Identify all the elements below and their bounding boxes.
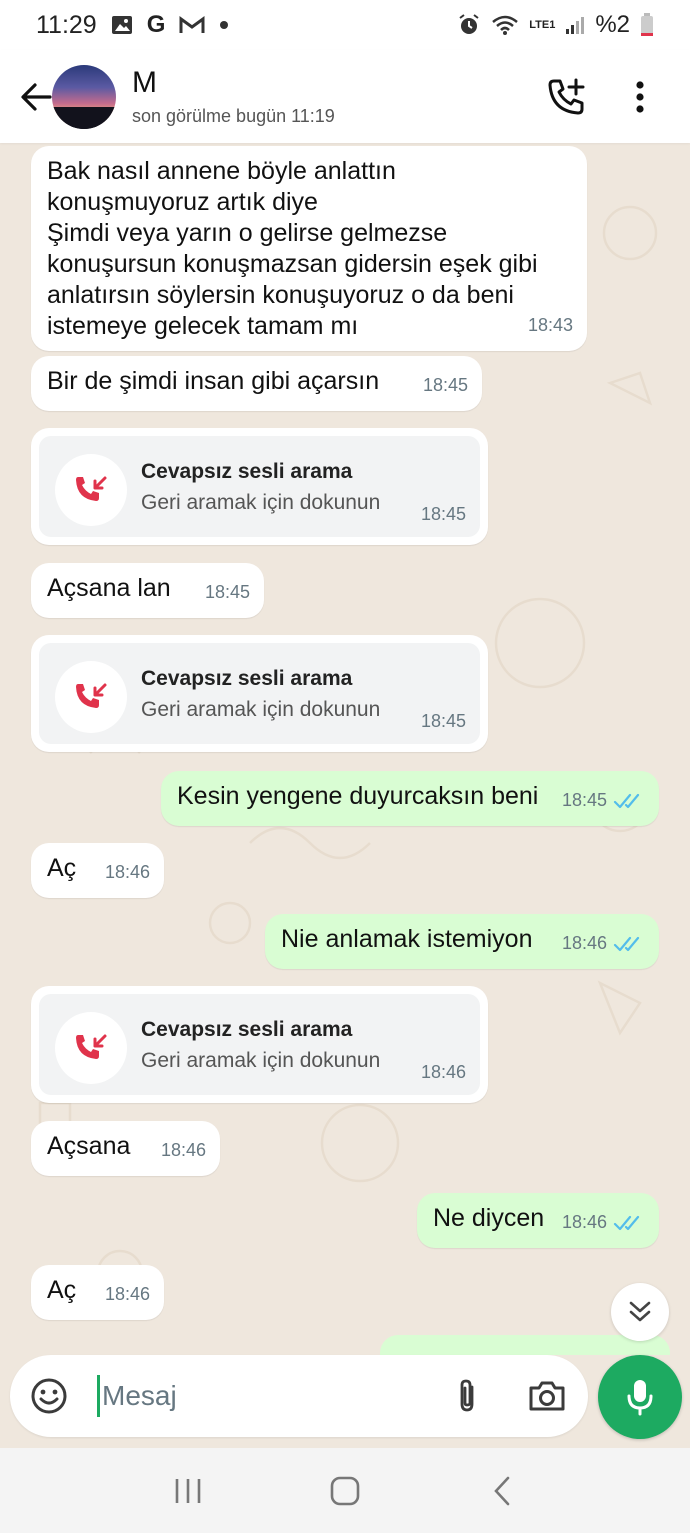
outgoing-message[interactable]: Kesin yengene duyurcaksın beni 18:45 [161,771,659,826]
camera-icon[interactable] [524,1375,570,1417]
status-time: 11:29 [36,10,97,39]
read-ticks-icon [613,936,640,951]
call-time: 18:45 [420,711,466,731]
message-time: 18:46 [104,1284,150,1304]
chat-header: M son görülme bugün 11:19 [0,50,690,143]
missed-call-card[interactable]: Cevapsız sesli arama Geri aramak için do… [31,635,488,752]
double-chevron-down-icon [629,1301,651,1322]
signal-icon [565,15,585,35]
incoming-message[interactable]: Bir de şimdi insan gibi açarsın 18:45 [31,356,482,411]
google-icon: G [146,11,166,38]
incoming-message[interactable]: Açsana 18:46 [31,1121,220,1176]
network-label: LTE1 [529,18,556,31]
back-nav-icon[interactable] [472,1466,532,1516]
incoming-message[interactable]: Bak nasıl annene böyle anlattın konuşmuy… [31,146,587,351]
missed-call-icon [55,1012,127,1084]
home-icon[interactable] [315,1466,375,1516]
call-title: Cevapsız sesli arama [141,460,353,483]
battery-percent: %2 [595,11,630,38]
message-time: 18:45 [204,582,250,602]
message-text: Bak nasıl annene böyle anlattın konuşmuy… [47,157,538,340]
missed-call-icon [55,454,127,526]
message-time: 18:46 [562,928,643,959]
text-cursor [97,1375,100,1417]
message-list[interactable]: Bak nasıl annene böyle anlattın konuşmuy… [0,143,690,1355]
system-nav-bar [0,1448,690,1533]
mic-button[interactable] [598,1355,682,1439]
composer-pill [10,1355,588,1437]
wifi-icon [491,14,519,36]
composer-bar [0,1355,690,1445]
more-vert-icon[interactable] [616,73,664,121]
message-input[interactable] [102,1375,432,1417]
message-text: Bir de şimdi insan gibi açarsın [47,367,380,395]
add-call-icon[interactable] [542,73,590,121]
mic-icon [627,1380,653,1416]
missed-call-icon [55,661,127,733]
battery-icon [640,13,654,37]
call-subtitle: Geri aramak için dokunun [141,698,381,721]
scroll-down-button[interactable] [611,1283,669,1341]
contact-info[interactable]: M son görülme bugün 11:19 [132,66,335,127]
contact-name[interactable]: M [132,66,335,100]
read-ticks-icon [613,1215,640,1230]
outgoing-message[interactable]: Ne diycen 18:46 [417,1193,659,1248]
call-subtitle: Geri aramak için dokunun [141,1049,381,1072]
status-bar: 11:29 G LTE1 %2 [0,0,690,50]
message-time: 18:45 [422,375,468,395]
message-time: 18:46 [160,1140,206,1160]
call-subtitle: Geri aramak için dokunun [141,491,381,514]
dot-icon [219,20,229,30]
read-ticks-icon [613,793,640,808]
missed-call-card[interactable]: Cevapsız sesli arama Geri aramak için do… [31,986,488,1103]
incoming-message[interactable]: Aç 18:46 [31,1265,164,1320]
message-time: 18:46 [562,1207,643,1238]
call-time: 18:46 [420,1062,466,1082]
avatar[interactable] [52,64,116,129]
call-title: Cevapsız sesli arama [141,667,353,690]
emoji-icon[interactable] [28,1375,70,1417]
recent-apps-icon[interactable] [158,1466,218,1516]
alarm-icon [457,13,481,37]
outgoing-message[interactable]: Nie anlamak istemiyon 18:46 [265,914,659,969]
incoming-message[interactable]: Aç 18:46 [31,843,164,898]
paperclip-icon[interactable] [446,1375,488,1417]
incoming-message[interactable]: Açsana lan 18:45 [31,563,264,618]
message-time: 18:45 [562,785,643,816]
gmail-icon [179,15,205,35]
last-seen-status: son görülme bugün 11:19 [132,106,335,126]
message-time: 18:46 [104,862,150,882]
call-time: 18:45 [420,504,466,524]
gallery-icon [111,14,133,36]
message-time: 18:43 [527,315,573,335]
missed-call-card[interactable]: Cevapsız sesli arama Geri aramak için do… [31,428,488,545]
call-title: Cevapsız sesli arama [141,1018,353,1041]
